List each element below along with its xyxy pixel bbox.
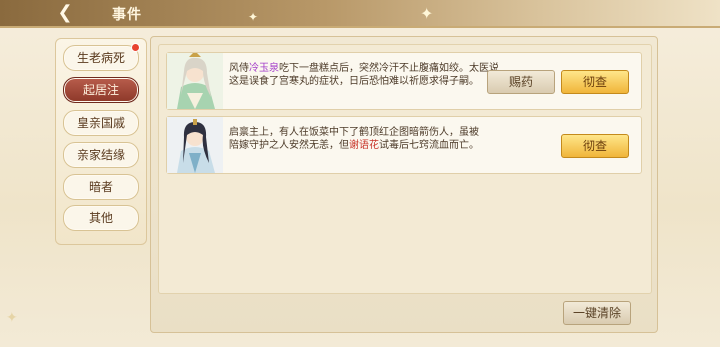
sparkle-icon: ✦ bbox=[248, 10, 259, 24]
sparkle-icon: ✦ bbox=[420, 4, 434, 23]
event-card: 风侍冷玉泉吃下一盘糕点后，突然冷汗不止腹痛如绞。太医说这是误食了宫寒丸的症状，日… bbox=[166, 52, 642, 110]
character-name: 谢语花 bbox=[349, 140, 379, 151]
tab-label: 皇亲国戚 bbox=[76, 116, 125, 130]
event-description: 启禀主上，有人在饭菜中下了鹤顶红企图暗箭伤人，虽被陪嫁守护之人安然无恙，但谢语花… bbox=[229, 126, 479, 152]
header-bar bbox=[0, 0, 720, 28]
character-portrait bbox=[167, 117, 223, 173]
character-portrait bbox=[167, 53, 223, 109]
event-text: 试毒后七窍流血而亡。 bbox=[379, 140, 479, 151]
tab-hidden[interactable]: 暗者 bbox=[63, 174, 139, 200]
tab-label: 起居注 bbox=[82, 83, 119, 97]
event-text: 风侍 bbox=[229, 63, 249, 74]
event-description: 风侍冷玉泉吃下一盘糕点后，突然冷汗不止腹痛如绞。太医说这是误食了宫寒丸的症状，日… bbox=[229, 62, 499, 88]
tab-other[interactable]: 其他 bbox=[63, 205, 139, 231]
event-card: 启禀主上，有人在饭菜中下了鹤顶红企图暗箭伤人，虽被陪嫁守护之人安然无恙，但谢语花… bbox=[166, 116, 642, 174]
character-name: 冷玉泉 bbox=[249, 63, 279, 74]
page-title: 事件 bbox=[112, 7, 142, 23]
tab-daily-record[interactable]: 起居注 bbox=[63, 77, 139, 103]
notification-dot-icon bbox=[131, 43, 140, 52]
tab-royal-family[interactable]: 皇亲国戚 bbox=[63, 110, 139, 136]
back-arrow-icon[interactable]: ❮ bbox=[52, 3, 78, 23]
investigate-button[interactable]: 彻查 bbox=[561, 134, 629, 158]
clear-all-button[interactable]: 一键清除 bbox=[563, 301, 631, 325]
grant-medicine-button[interactable]: 赐药 bbox=[487, 70, 555, 94]
tab-marriage-alliance[interactable]: 亲家结缘 bbox=[63, 142, 139, 168]
tab-birth-death[interactable]: 生老病死 bbox=[63, 43, 140, 71]
category-sidebar: 生老病死 起居注 皇亲国戚 亲家结缘 暗者 其他 bbox=[55, 38, 147, 245]
sparkle-icon: ✦ bbox=[6, 310, 18, 326]
tab-label: 其他 bbox=[88, 211, 113, 225]
tab-label: 生老病死 bbox=[76, 51, 125, 65]
tab-label: 亲家结缘 bbox=[76, 148, 125, 162]
investigate-button[interactable]: 彻查 bbox=[561, 70, 629, 94]
tab-label: 暗者 bbox=[88, 180, 113, 194]
